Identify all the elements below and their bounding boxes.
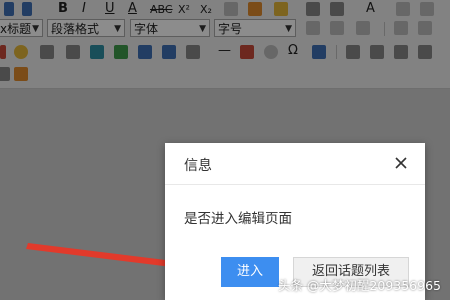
watermark: 头条 @大梦初醒209356965: [277, 278, 441, 293]
dialog-message: 是否进入编辑页面: [184, 211, 292, 227]
dialog-title: 信息: [184, 158, 212, 174]
close-icon: [395, 157, 407, 169]
close-button[interactable]: [393, 155, 409, 171]
dialog-header: 信息: [165, 143, 425, 185]
enter-button[interactable]: 进入: [221, 257, 279, 287]
